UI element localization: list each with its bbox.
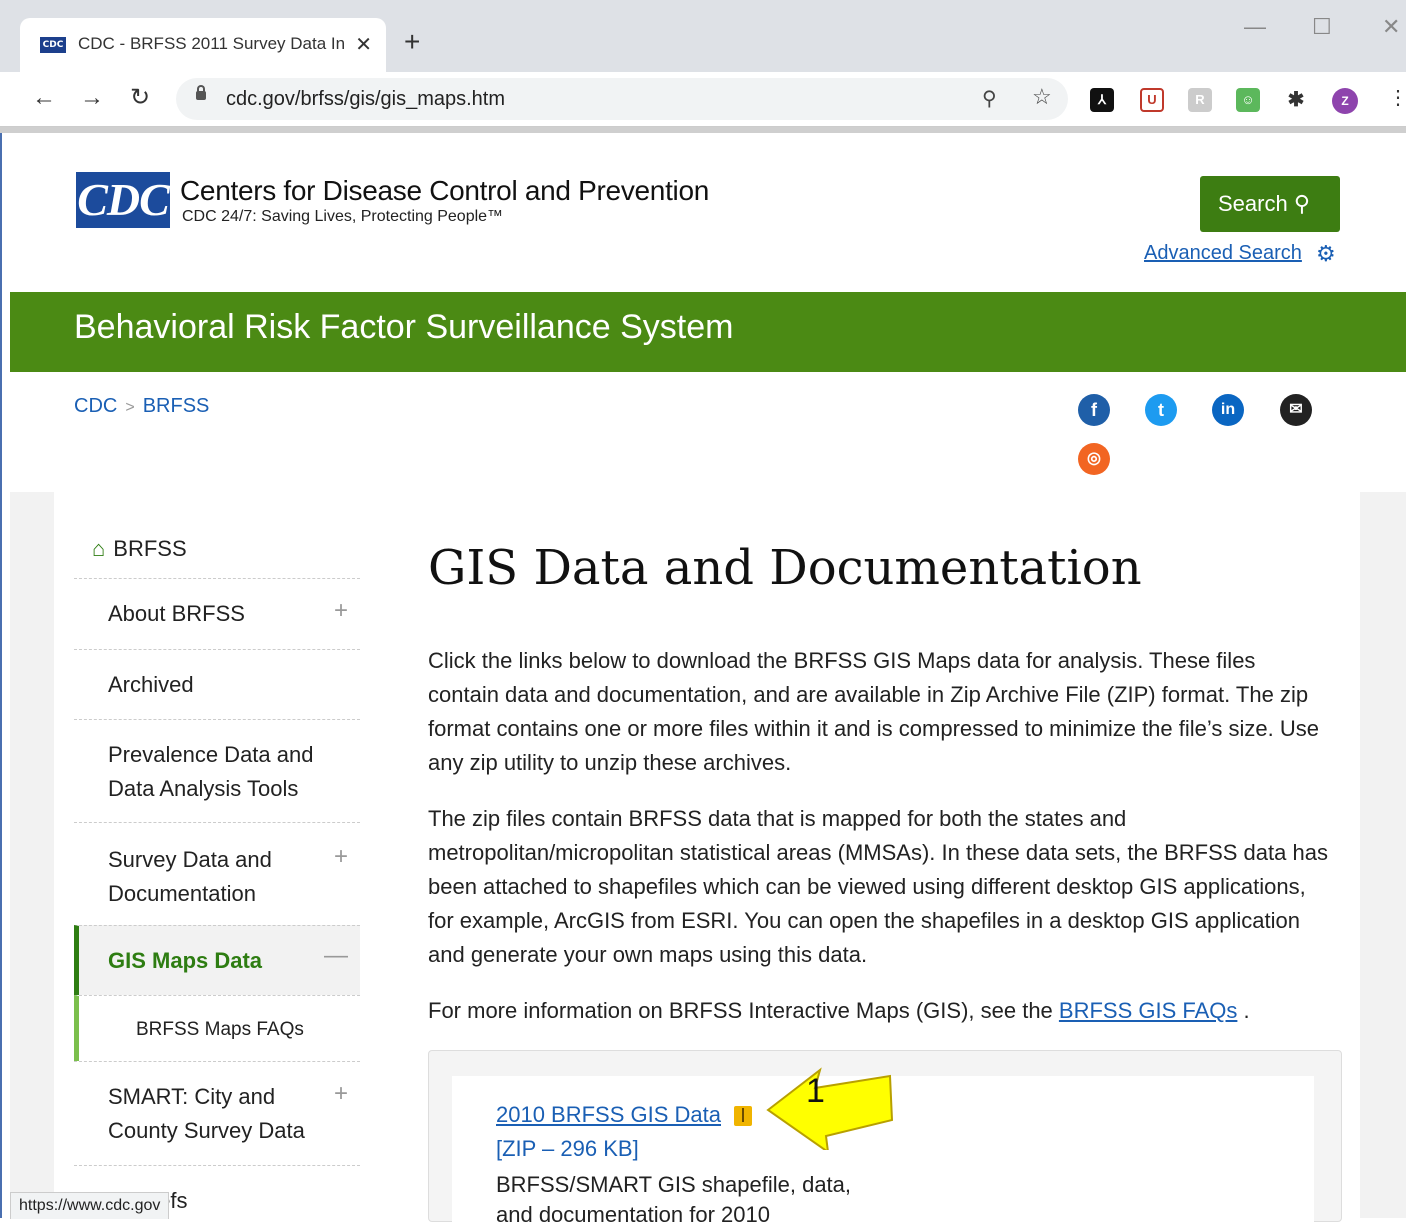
tab-close-icon[interactable]: ✕ [355, 32, 372, 57]
maximize-icon[interactable]: ☐ [1312, 14, 1332, 40]
search-button-label: Search [1218, 191, 1288, 216]
pocket-extension-icon[interactable]: U [1140, 88, 1164, 112]
page-title: GIS Data and Documentation [428, 540, 1142, 596]
gis-data-2010-link[interactable]: 2010 BRFSS GIS Data [496, 1102, 721, 1128]
cdc-favicon-icon: CDC [40, 37, 66, 53]
site-name[interactable]: Centers for Disease Control and Preventi… [180, 175, 709, 207]
menu-kebab-icon[interactable]: ⋮ [1388, 84, 1406, 112]
expand-plus-icon[interactable]: + [334, 843, 348, 871]
advanced-search-link[interactable]: Advanced Search [1144, 242, 1302, 265]
browser-tab[interactable]: CDC CDC - BRFSS 2011 Survey Data In ✕ [20, 18, 386, 72]
twitter-icon[interactable]: t [1145, 394, 1177, 426]
minimize-icon[interactable]: — [1244, 14, 1266, 40]
sidebar-item-prevalence-data[interactable]: Prevalence Data and Data Analysis Tools [74, 719, 360, 822]
zoom-icon[interactable]: ⚲ [982, 86, 997, 111]
site-banner: Behavioral Risk Factor Surveillance Syst… [10, 292, 1406, 372]
sidebar-item-label: Archived [108, 672, 194, 697]
reload-icon[interactable]: ↻ [130, 84, 150, 112]
sidebar-home-label: BRFSS [113, 536, 187, 561]
banner-title[interactable]: Behavioral Risk Factor Surveillance Syst… [74, 308, 733, 347]
sidebar-item-label: About BRFSS [108, 601, 245, 626]
sidebar-item-label: Prevalence Data and Data Analysis Tools [108, 742, 314, 801]
home-icon: ⌂ [92, 536, 106, 561]
tab-strip: CDC CDC - BRFSS 2011 Survey Data In ✕ + … [0, 0, 1406, 72]
brfss-gis-faqs-link[interactable]: BRFSS GIS FAQs [1059, 998, 1237, 1023]
sidebar-item-label: BRFSS Maps FAQs [136, 1019, 304, 1040]
cdc-logo[interactable]: CDC [76, 172, 170, 228]
intro-paragraph: Click the links below to download the BR… [428, 648, 1319, 775]
callout-number: 1 [806, 1072, 825, 1110]
sidebar-item-label: Survey Data and Documentation [108, 847, 272, 906]
acrobat-extension-icon[interactable]: ⅄ [1090, 88, 1114, 112]
sidebar-home[interactable]: ⌂ BRFSS [92, 536, 187, 562]
email-icon[interactable]: ✉ [1280, 394, 1312, 426]
search-button[interactable]: Search ⚲ [1200, 176, 1340, 232]
search-icon: ⚲ [1293, 191, 1310, 216]
puzzle-extensions-icon[interactable]: ✱ [1284, 88, 1308, 112]
linkedin-icon[interactable]: in [1212, 394, 1244, 426]
breadcrumb-separator: > [125, 399, 135, 416]
forward-icon[interactable]: → [80, 84, 104, 112]
window-border [0, 0, 2, 1218]
profile-avatar[interactable]: Z [1332, 88, 1358, 114]
file-description: BRFSS/SMART GIS shapefile, data, and docu… [496, 1170, 851, 1230]
bookmark-star-icon[interactable]: ☆ [1032, 84, 1052, 110]
tab-title: CDC - BRFSS 2011 Survey Data In [78, 34, 346, 53]
file-description-line: BRFSS/SMART GIS shapefile, data, [496, 1172, 852, 1197]
sidebar-item-label: GIS Maps Data [108, 948, 263, 973]
breadcrumb: CDC > BRFSS [74, 395, 209, 418]
extension-green-icon[interactable]: ☺ [1236, 88, 1260, 112]
expand-plus-icon[interactable]: + [334, 597, 348, 625]
gear-icon[interactable]: ⚙ [1316, 241, 1336, 267]
status-bar-url: https://www.cdc.gov [10, 1192, 170, 1219]
sidebar-item-gis-maps-data[interactable]: GIS Maps Data — [74, 925, 360, 995]
zip-file-icon [734, 1106, 752, 1126]
faq-paragraph: For more information on BRFSS Interactiv… [428, 994, 1328, 1028]
expand-plus-icon[interactable]: + [334, 1080, 348, 1108]
collapse-minus-icon[interactable]: — [324, 942, 348, 970]
description-paragraph: The zip files contain BRFSS data that is… [428, 806, 1328, 967]
lock-icon [196, 85, 206, 100]
sidebar-item-brfss-maps-faqs[interactable]: BRFSS Maps FAQs [74, 995, 360, 1061]
sidebar-item-about-brfss[interactable]: About BRFSS + [74, 578, 360, 649]
sidebar-item-smart[interactable]: SMART: City and County Survey Data + [74, 1061, 360, 1165]
back-icon[interactable]: ← [32, 84, 56, 112]
file-size-link[interactable]: [ZIP – 296 KB] [496, 1136, 639, 1162]
url-text[interactable]: cdc.gov/brfss/gis/gis_maps.htm [226, 88, 505, 111]
callout-arrow-shape [766, 1067, 894, 1150]
new-tab-button[interactable]: + [404, 28, 420, 56]
site-tagline: CDC 24/7: Saving Lives, Protecting Peopl… [182, 208, 504, 225]
sidebar-item-label: SMART: City and County Survey Data [108, 1084, 305, 1143]
syndicate-icon[interactable]: ◎ [1078, 443, 1110, 475]
faq-text: For more information on BRFSS Interactiv… [428, 998, 1059, 1023]
sidebar-item-archived[interactable]: Archived [74, 649, 360, 719]
extension-gray-icon[interactable]: R [1188, 88, 1212, 112]
facebook-icon[interactable]: f [1078, 394, 1110, 426]
page-top-scroll-shadow [0, 127, 1406, 133]
callout-arrow [766, 1067, 894, 1150]
breadcrumb-item-brfss[interactable]: BRFSS [143, 395, 210, 417]
address-bar[interactable]: cdc.gov/brfss/gis/gis_maps.htm ⚲ ☆ [176, 78, 1068, 120]
file-description-line: and documentation for 2010 [496, 1202, 770, 1227]
breadcrumb-item-cdc[interactable]: CDC [74, 395, 117, 417]
close-window-icon[interactable]: ✕ [1382, 14, 1400, 40]
browser-toolbar: ← → ↻ cdc.gov/brfss/gis/gis_maps.htm ⚲ ☆… [0, 72, 1406, 127]
faq-suffix: . [1237, 998, 1250, 1023]
sidebar-item-survey-data[interactable]: Survey Data and Documentation + [74, 822, 360, 925]
